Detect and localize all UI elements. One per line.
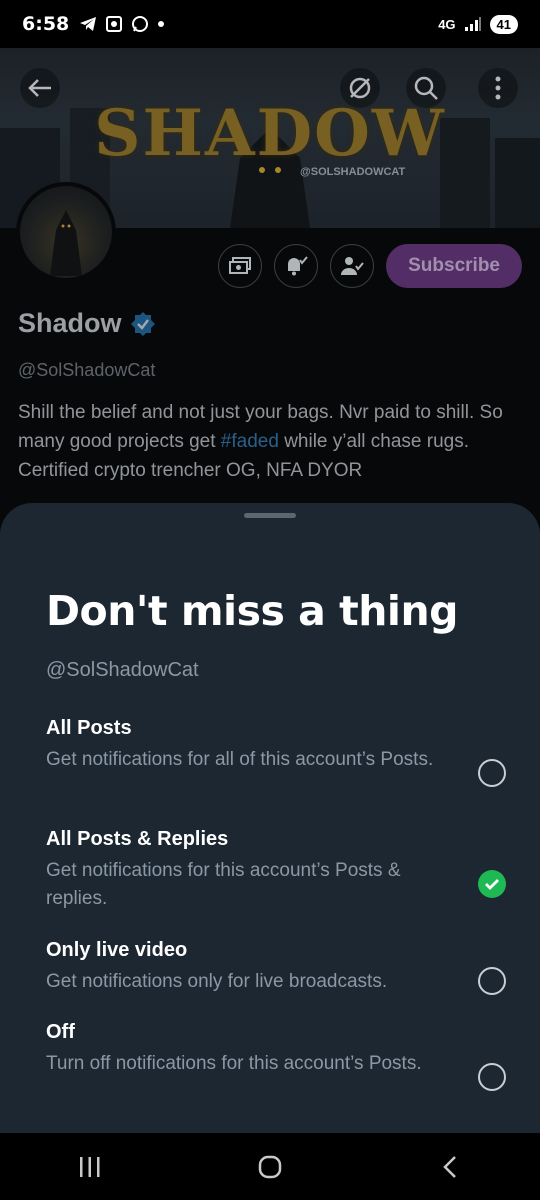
home-icon [258, 1155, 282, 1178]
status-time: 6:58 [22, 13, 70, 35]
sheet-handle: @SolShadowCat [46, 659, 199, 681]
whatsapp-icon [132, 16, 149, 32]
option-description: Get notifications for all of this accoun… [46, 749, 434, 770]
dot-icon [158, 21, 165, 27]
option-only-live-video[interactable]: Only live video Get notifications only f… [46, 939, 506, 996]
status-right: 4G 41 [438, 14, 518, 34]
status-bar: 6:58 4G 41 [0, 0, 540, 48]
recents-icon [80, 1156, 100, 1177]
chevron-left-icon [443, 1155, 456, 1178]
radio-all-posts-replies[interactable] [478, 870, 506, 898]
option-all-posts-replies[interactable]: All Posts & Replies Get notifications fo… [46, 828, 506, 913]
home-button[interactable] [230, 1142, 310, 1192]
network-label: 4G [438, 16, 456, 32]
radio-only-live-video[interactable] [478, 967, 506, 995]
notifications-sheet: Don't miss a thing @SolShadowCat All Pos… [0, 503, 540, 1133]
battery-indicator: 41 [489, 14, 518, 34]
back-nav-button[interactable] [410, 1142, 490, 1192]
sheet-drag-handle[interactable] [244, 513, 296, 518]
sheet-title: Don't miss a thing [46, 587, 459, 635]
radio-off[interactable] [478, 1063, 506, 1091]
status-notification-icons [79, 15, 165, 33]
recents-button[interactable] [50, 1142, 130, 1192]
option-title: Only live video [46, 939, 188, 961]
option-off[interactable]: Off Turn off notifications for this acco… [46, 1021, 506, 1091]
option-description: Get notifications for this account’s Pos… [46, 860, 401, 909]
system-nav-bar [0, 1133, 540, 1200]
option-description: Turn off notifications for this account’… [46, 1053, 422, 1074]
option-title: All Posts [46, 717, 132, 739]
option-title: Off [46, 1021, 75, 1043]
option-description: Get notifications only for live broadcas… [46, 971, 388, 992]
option-all-posts[interactable]: All Posts Get notifications for all of t… [46, 717, 506, 787]
option-title: All Posts & Replies [46, 828, 229, 850]
telegram-icon [80, 17, 97, 31]
checkmark-icon [485, 879, 499, 890]
radio-all-posts[interactable] [478, 759, 506, 787]
signal-icon [464, 17, 481, 31]
screenshot-icon [106, 16, 123, 32]
